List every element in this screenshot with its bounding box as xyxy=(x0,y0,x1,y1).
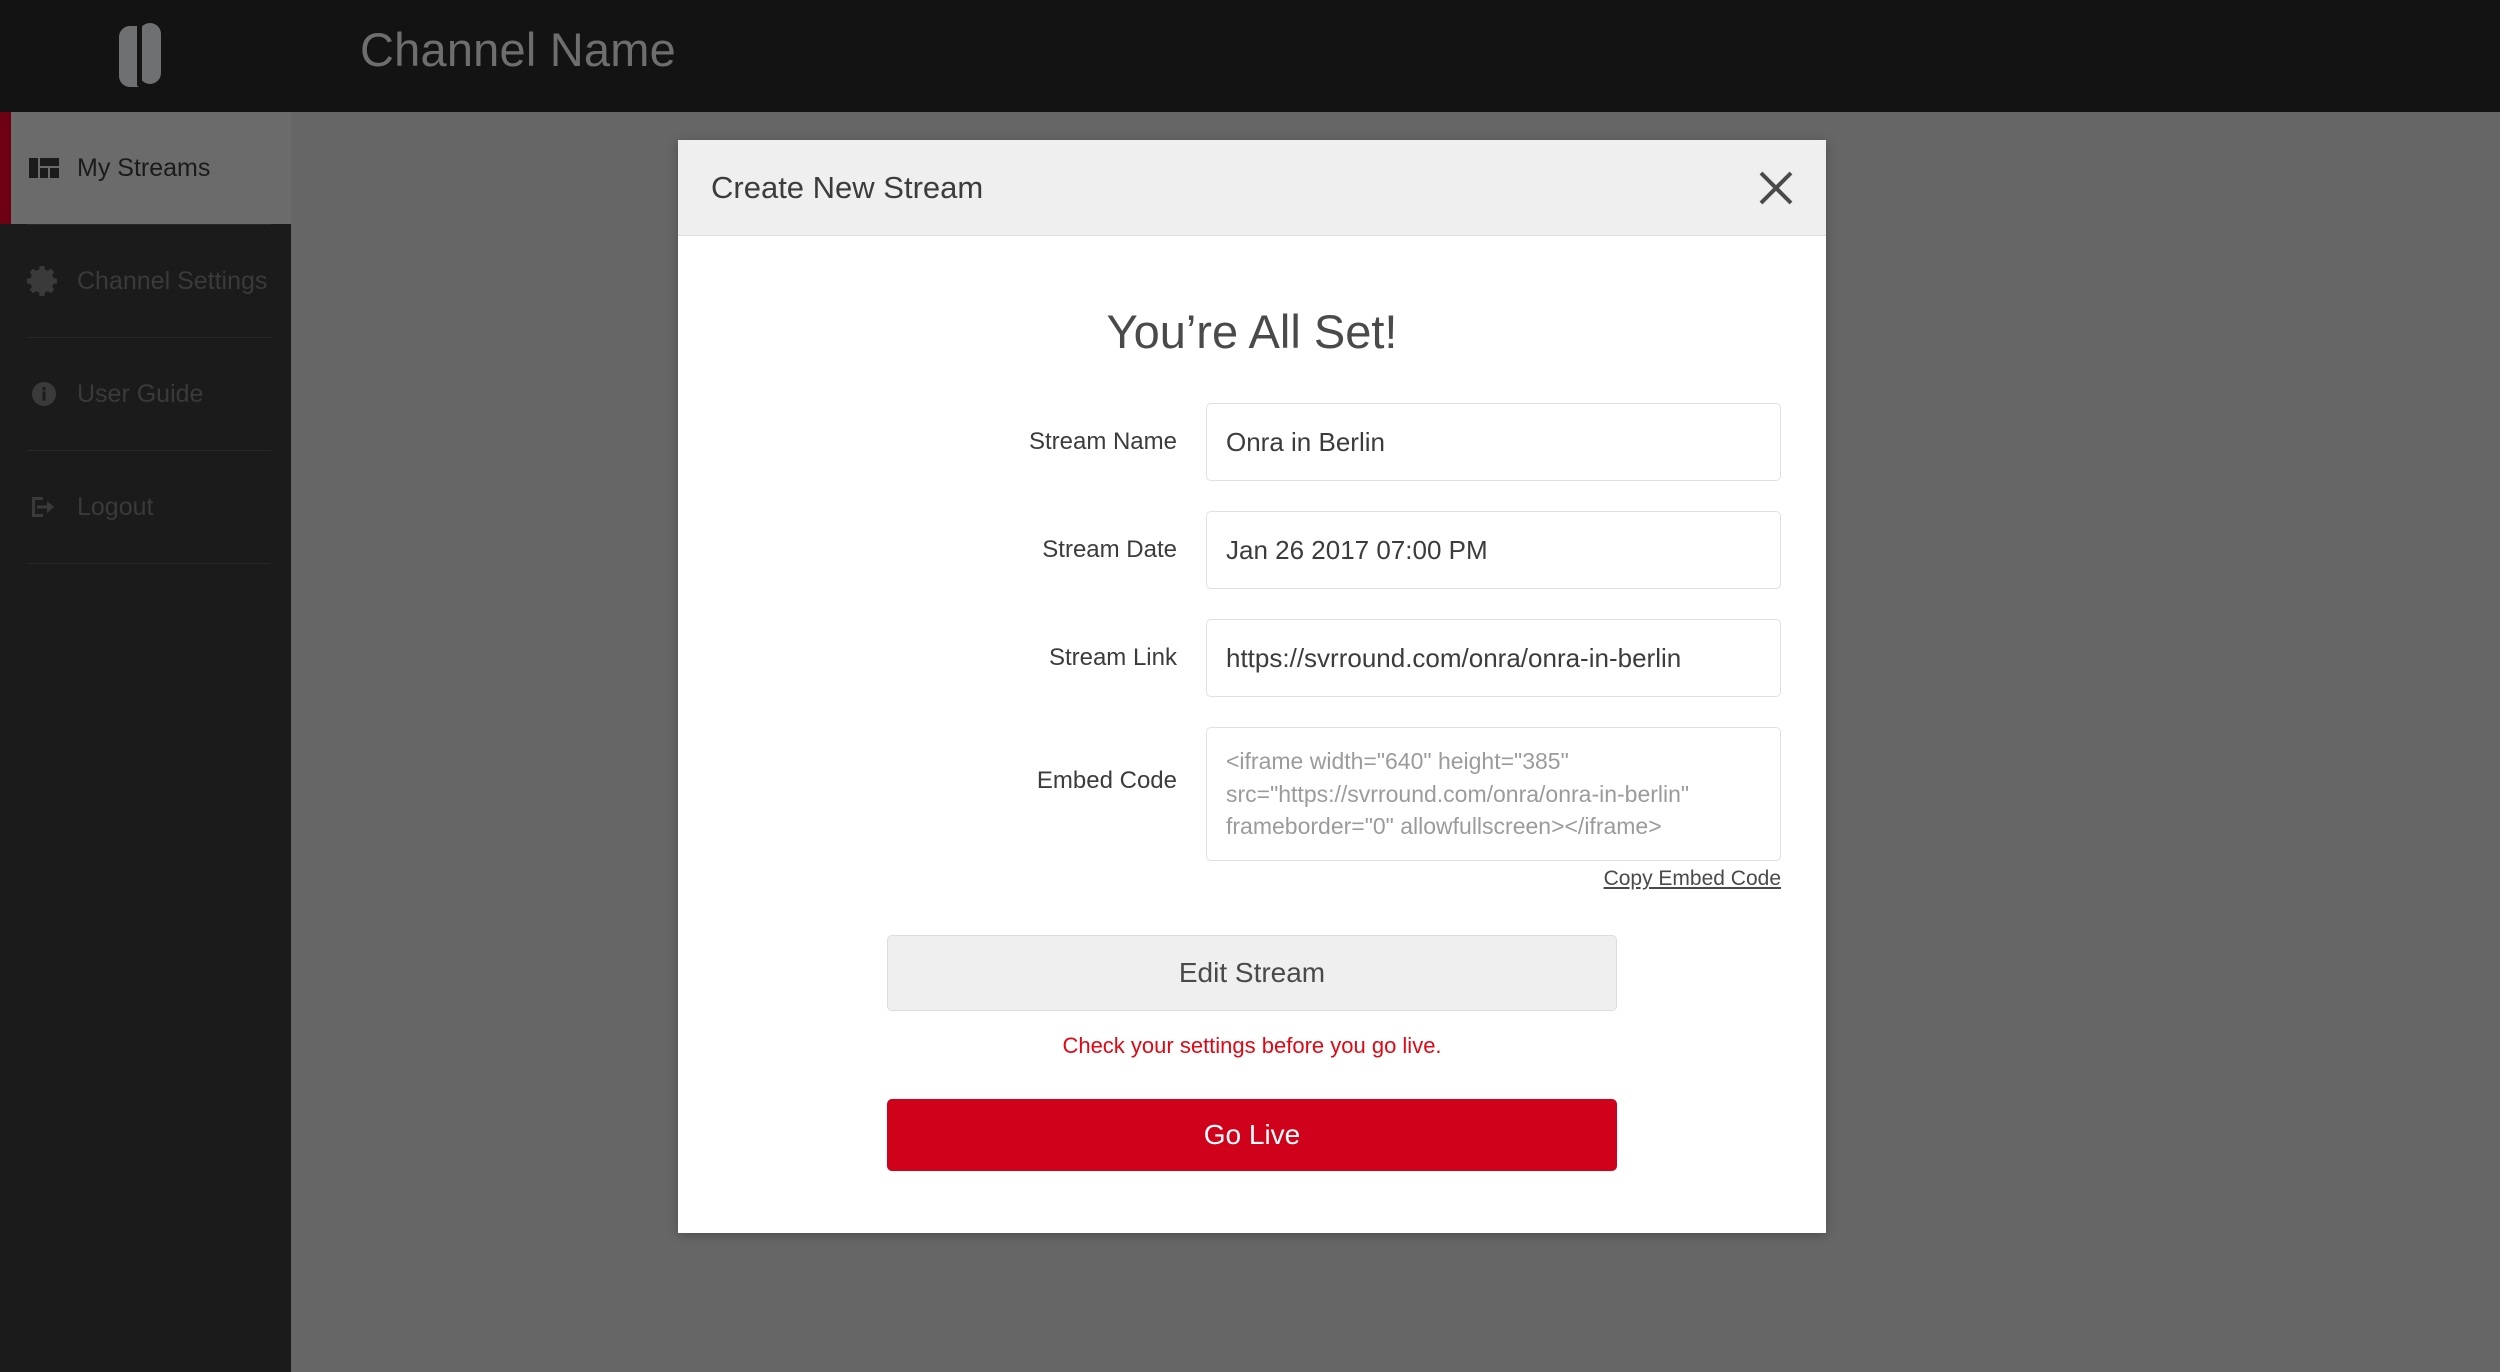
stream-date-input[interactable]: Jan 26 2017 07:00 PM xyxy=(1206,511,1781,589)
stream-link-input[interactable]: https://svrround.com/onra/onra-in-berlin xyxy=(1206,619,1781,697)
gear-icon xyxy=(27,266,57,296)
sidebar-divider xyxy=(27,563,271,564)
modal-header: Create New Stream xyxy=(678,140,1826,236)
form-row-stream-name: Stream Name Onra in Berlin xyxy=(678,403,1826,481)
edit-stream-button[interactable]: Edit Stream xyxy=(887,934,1617,1011)
form-row-stream-date: Stream Date Jan 26 2017 07:00 PM xyxy=(678,511,1826,589)
sidebar-item-my-streams[interactable]: My Streams xyxy=(0,112,291,224)
active-accent-bar xyxy=(0,112,11,224)
sidebar-item-logout[interactable]: Logout xyxy=(0,451,291,563)
sidebar-item-label: Channel Settings xyxy=(77,266,268,295)
sidebar-item-label: Logout xyxy=(77,492,154,521)
dashboard-icon xyxy=(29,158,59,178)
sidebar-item-user-guide[interactable]: User Guide xyxy=(0,338,291,450)
top-bar: Channel Name xyxy=(0,0,2500,112)
stream-name-label: Stream Name xyxy=(1028,428,1177,455)
nav-accent-placeholder xyxy=(0,338,11,450)
stream-link-label: Stream Link xyxy=(1048,644,1177,671)
embed-code-label: Embed Code xyxy=(1036,767,1177,794)
sidebar-item-label: My Streams xyxy=(77,153,211,182)
logout-icon xyxy=(32,497,54,517)
stream-date-label: Stream Date xyxy=(1042,536,1177,563)
app-root: Channel Name My Streams Channel Settings xyxy=(0,0,2500,1372)
svrround-logo xyxy=(119,23,161,87)
copy-spacer xyxy=(678,867,1206,891)
copy-embed-row: Copy Embed Code xyxy=(678,867,1826,891)
copy-embed-code-link[interactable]: Copy Embed Code xyxy=(1604,867,1781,890)
sidebar-item-channel-settings[interactable]: Channel Settings xyxy=(0,225,291,337)
modal-title: Create New Stream xyxy=(711,169,984,205)
copy-link-wrap: Copy Embed Code xyxy=(1206,867,1781,891)
sidebar: My Streams Channel Settings User Guide L… xyxy=(0,112,291,1372)
settings-warning-text: Check your settings before you go live. xyxy=(1062,1032,1442,1058)
modal-body: You’re All Set! Stream Name Onra in Berl… xyxy=(678,236,1826,1233)
create-new-stream-modal: Create New Stream You’re All Set! Stream… xyxy=(678,140,1826,1233)
nav-accent-placeholder xyxy=(0,225,11,337)
form-row-stream-link: Stream Link https://svrround.com/onra/on… xyxy=(678,619,1826,697)
page-title: Channel Name xyxy=(360,23,676,76)
success-heading: You’re All Set! xyxy=(1106,305,1398,358)
info-icon xyxy=(32,382,56,406)
form-row-embed-code: Embed Code <iframe width="640" height="3… xyxy=(678,727,1826,861)
go-live-button[interactable]: Go Live xyxy=(887,1098,1617,1171)
sidebar-item-label: User Guide xyxy=(77,379,204,408)
embed-code-textarea[interactable]: <iframe width="640" height="385" src="ht… xyxy=(1206,727,1781,861)
nav-accent-placeholder xyxy=(0,451,11,563)
close-icon[interactable] xyxy=(1754,166,1798,210)
stream-name-input[interactable]: Onra in Berlin xyxy=(1206,403,1781,481)
